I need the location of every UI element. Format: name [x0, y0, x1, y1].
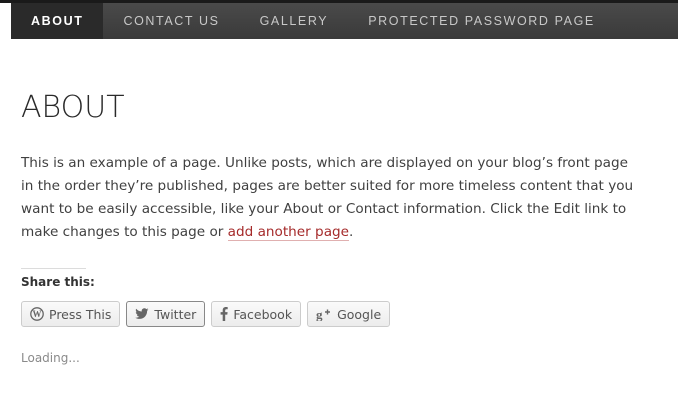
nav-item-contact-us[interactable]: CONTACT US	[103, 3, 239, 39]
share-title: Share this:	[21, 275, 95, 289]
wordpress-icon: W	[30, 307, 44, 321]
body-text-end: .	[349, 224, 354, 240]
page-body: This is an example of a page. Unlike pos…	[21, 152, 641, 244]
add-another-page-link[interactable]: add another page	[227, 224, 350, 241]
svg-text:W: W	[33, 309, 42, 319]
nav-item-protected-password-page[interactable]: PROTECTED PASSWORD PAGE	[348, 3, 615, 39]
share-divider	[21, 268, 86, 269]
facebook-icon	[220, 307, 229, 321]
main-navigation: ABOUT CONTACT US GALLERY PROTECTED PASSW…	[11, 3, 678, 39]
svg-text:g: g	[316, 307, 323, 321]
press-this-button[interactable]: W Press This	[21, 301, 121, 327]
page-title: ABOUT	[21, 90, 125, 125]
facebook-button[interactable]: Facebook	[211, 301, 302, 327]
nav-item-gallery[interactable]: GALLERY	[240, 3, 349, 39]
google-button[interactable]: g Google	[307, 301, 391, 327]
press-this-label: Press This	[49, 306, 112, 322]
twitter-button[interactable]: Twitter	[126, 301, 206, 327]
google-plus-icon: g	[316, 307, 332, 321]
nav-item-about[interactable]: ABOUT	[11, 3, 104, 39]
page-content: ABOUT This is an example of a page. Unli…	[21, 88, 641, 365]
twitter-label: Twitter	[154, 306, 197, 322]
share-buttons: W Press This Twitter Facebook g Google	[21, 301, 641, 327]
twitter-icon	[135, 308, 149, 320]
google-label: Google	[337, 306, 382, 322]
loading-text: Loading...	[21, 351, 80, 365]
facebook-label: Facebook	[233, 306, 293, 322]
